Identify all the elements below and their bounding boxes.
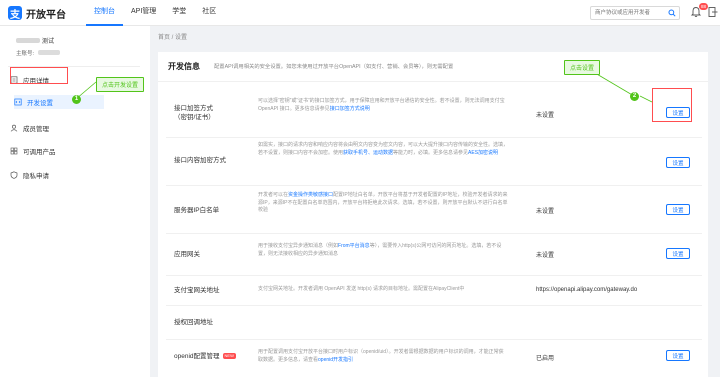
row-alipay-gateway: 支付宝网关地址 支付宝网关地址。开发者调用 OpenAPI 发送 http(s)… xyxy=(166,276,702,306)
account-info: 测试 主账号: xyxy=(8,32,138,60)
row-label: 授权回调地址 xyxy=(174,319,213,326)
card-title: 开发信息 xyxy=(168,62,200,71)
search-input[interactable] xyxy=(591,7,667,19)
search-icon[interactable] xyxy=(668,9,676,17)
sensitive-api-link[interactable]: 资金操作类敏感接口 xyxy=(288,192,333,198)
code-icon xyxy=(14,98,22,106)
logo-text: 开放平台 xyxy=(26,9,66,21)
account-id-label: 主账号: xyxy=(16,51,35,57)
set-encryption-button[interactable]: 设置 xyxy=(666,157,690,168)
aes-doc-link[interactable]: AES加密说明 xyxy=(468,150,498,156)
step2-badge: 2 xyxy=(630,92,639,101)
grid-icon xyxy=(10,147,18,155)
sidebar-item-members[interactable]: 成员管理 xyxy=(10,121,140,135)
top-bar: 支 开放平台 控制台 API管理 学堂 社区 88 xyxy=(0,0,720,26)
row-label: 支付宝网关地址 xyxy=(174,287,220,294)
row-app-gateway: 应用网关 用于接收支付宝异步通知消息（例如From平台消息等），需要传入http… xyxy=(166,234,702,276)
row-status: 未设置 xyxy=(536,253,555,259)
row-content-encryption: 接口内容加密方式 如需实，接口的请求内容和响应内容将会由明文内容变为密文内容，可… xyxy=(166,138,702,186)
sidebar-item-label: 隐私申请 xyxy=(23,173,49,180)
account-name: 测试 xyxy=(42,39,55,45)
sidebar-item-label: 可调用产品 xyxy=(23,149,56,156)
step1-callout: 点击开发设置 xyxy=(96,77,145,92)
row-ip-whitelist: 服务器IP白名单 开发者可以在资金操作类敏感接口配置IP地址白名单，开放平台将基… xyxy=(166,186,702,234)
row-label: 接口加签方式 （密钥/证书） xyxy=(174,105,215,121)
nav-console[interactable]: 控制台 xyxy=(86,0,123,26)
row-description: 支付宝网关地址。开发者调用 OpenAPI 发送 http(s) 请求的目标地址… xyxy=(258,286,465,292)
row-label: openid配置管理 NEW xyxy=(174,353,236,360)
new-tag: NEW xyxy=(222,353,236,360)
platform-message-link[interactable]: From平台消息 xyxy=(338,243,370,249)
set-ip-whitelist-button[interactable]: 设置 xyxy=(666,204,690,215)
row-status: 未设置 xyxy=(536,113,555,119)
row-description: 开发者可以在资金操作类敏感接口配置IP地址白名单，开放平台将基于开发者配置的IP… xyxy=(258,192,508,213)
users-icon xyxy=(10,124,18,132)
highlight-dev-settings xyxy=(10,67,68,84)
step2-callout: 点击设置 xyxy=(564,60,601,75)
nav-learn[interactable]: 学堂 xyxy=(164,0,194,26)
sidebar-item-label: 成员管理 xyxy=(23,126,49,133)
row-status: 未设置 xyxy=(536,209,555,215)
top-nav: 控制台 API管理 学堂 社区 xyxy=(86,0,224,26)
nav-community[interactable]: 社区 xyxy=(194,0,224,26)
row-description: 用于接收支付宝异步通知消息（例如From平台消息等），需要传入http(s)公网… xyxy=(258,243,502,257)
logout-icon[interactable] xyxy=(708,6,718,18)
sidebar-item-products[interactable]: 可调用产品 xyxy=(10,144,140,158)
row-sign-method: 接口加签方式 （密钥/证书） 可以选择“密钥”或“证书”的接口加签方式，用于保障… xyxy=(166,92,702,138)
row-label: 接口内容加密方式 xyxy=(174,157,226,164)
row-label: 应用网关 xyxy=(174,251,200,258)
row-description: 如需实，接口的请求内容和响应内容将会由明文内容变为密文内容，可以大大提升接口内容… xyxy=(258,142,509,156)
card-description: 配置API调用相关的安全设置。如您未使用过开放平台OpenAPI（如支付、营销、… xyxy=(214,64,454,70)
breadcrumb: 首页 / 设置 xyxy=(158,35,188,41)
logo[interactable]: 支 开放平台 xyxy=(8,4,66,22)
phone-data-link[interactable]: 获取手机号、运动数据 xyxy=(343,150,393,156)
row-status: 已启用 xyxy=(536,356,555,362)
row-label: 服务器IP白名单 xyxy=(174,207,220,214)
card-header: 开发信息 配置API调用相关的安全设置。如您未使用过开放平台OpenAPI（如支… xyxy=(158,52,708,82)
alipay-logo-icon: 支 xyxy=(8,6,22,21)
row-openid: openid配置管理 NEW 用于配置调用支付宝开放平台接口时用户标识（openi… xyxy=(166,340,702,377)
gateway-url: https://openapi.alipay.com/gateway.do xyxy=(536,287,638,293)
row-auth-callback: 授权回调地址 xyxy=(166,306,702,340)
set-openid-button[interactable]: 设置 xyxy=(666,350,690,361)
row-description: 用于配置调用支付宝开放平台接口时用户标识（openid/uid）。开发者需根据数… xyxy=(258,349,504,363)
row-description: 可以选择“密钥”或“证书”的接口加签方式，用于保障应用和开放平台通信的安全性。若… xyxy=(258,98,505,112)
shield-icon xyxy=(10,171,18,179)
main-content: 首页 / 设置 开发信息 配置API调用相关的安全设置。如您未使用过开放平台Op… xyxy=(150,26,720,377)
sidebar-item-dev-settings[interactable]: 开发设置 xyxy=(14,95,104,109)
step1-badge: 1 xyxy=(72,95,81,104)
sidebar-item-label: 开发设置 xyxy=(27,100,53,107)
sign-method-doc-link[interactable]: 接口加签方式说明 xyxy=(330,106,370,112)
set-app-gateway-button[interactable]: 设置 xyxy=(666,248,690,259)
sidebar-item-privacy[interactable]: 隐私申请 xyxy=(10,168,140,182)
redacted-id xyxy=(38,50,60,55)
openid-guide-link[interactable]: openid开发指引 xyxy=(318,357,353,363)
redacted-name xyxy=(16,38,40,43)
search-box xyxy=(590,6,680,20)
nav-api[interactable]: API管理 xyxy=(123,0,164,26)
dev-info-card: 开发信息 配置API调用相关的安全设置。如您未使用过开放平台OpenAPI（如支… xyxy=(158,52,708,377)
notification-badge: 88 xyxy=(699,3,708,10)
highlight-set-button xyxy=(652,88,692,122)
